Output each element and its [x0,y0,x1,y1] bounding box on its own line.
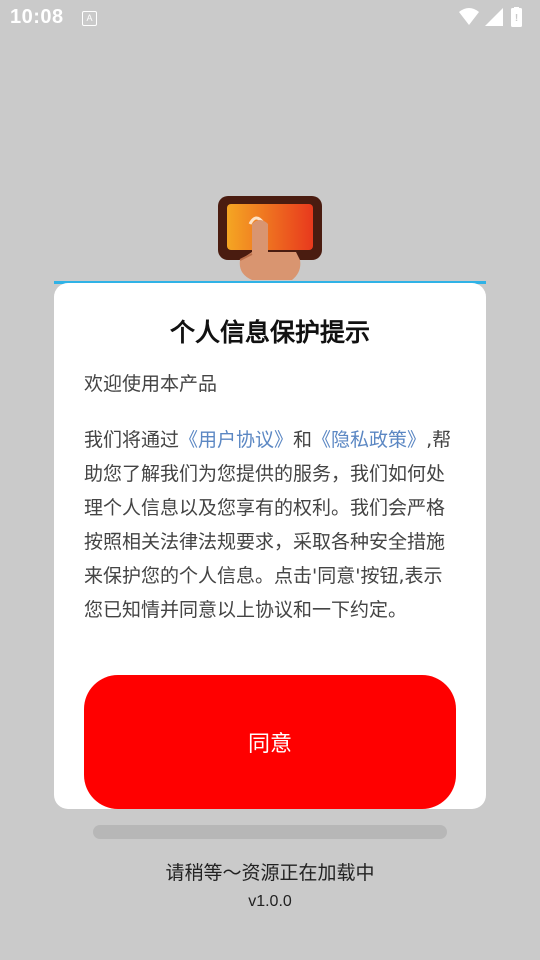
welcome-text: 欢迎使用本产品 [84,373,218,395]
privacy-body-text: 我们将通过《用户协议》和《隐私政策》,帮助您了解我们为您提供的服务，我们如何处理… [84,423,458,627]
battery-icon: ! [511,7,522,27]
status-bar: 10:08 A ! [0,0,540,36]
loading-text: 请稍等～资源正在加载中 [165,862,375,884]
signal-icon [485,8,503,26]
user-agreement-link[interactable]: 《用户协议》 [179,429,293,451]
notification-a-icon: A [82,11,97,26]
loading-progress-bar [93,825,447,839]
agree-button[interactable]: 同意 [84,675,456,809]
body-rest: ,帮助您了解我们为您提供的服务，我们如何处理个人信息以及您享有的权利。我们会严格… [84,429,452,621]
version-text: v1.0.0 [248,893,292,910]
body-and: 和 [293,429,313,451]
status-icons: ! [458,7,532,29]
body-intro: 我们将通过 [84,429,180,451]
wifi-icon [459,8,479,25]
status-time: 10:08 [10,6,64,28]
privacy-policy-link[interactable]: 《隐私政策》 [312,429,426,451]
privacy-dialog: 个人信息保护提示 欢迎使用本产品 我们将通过《用户协议》和《隐私政策》,帮助您了… [54,283,486,809]
app-logo [212,194,326,286]
svg-text:!: ! [515,13,518,24]
dialog-title: 个人信息保护提示 [169,318,370,347]
